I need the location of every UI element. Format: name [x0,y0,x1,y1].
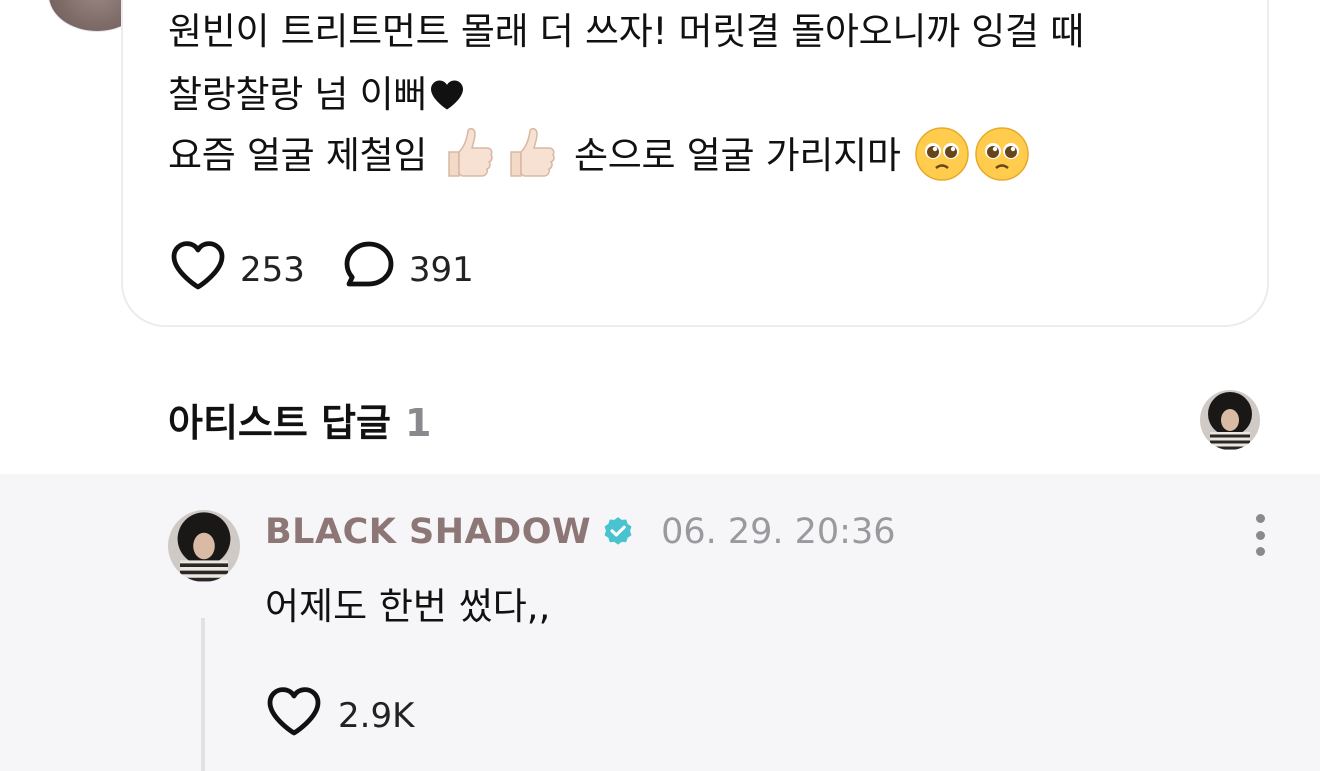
post-comment-count: 391 [408,249,474,290]
post-text-line-2: 찰랑찰랑 넘 이뻐 [168,64,465,130]
pleading-face-icon [914,126,970,201]
more-dot [1255,530,1265,540]
thumbs-up-icon [503,124,561,201]
post-comment-button[interactable]: 391 [343,240,474,299]
reply-like-count: 2.9K [338,695,415,736]
reply-author-avatar[interactable] [168,510,240,582]
post-stats: 253 391 [170,240,512,299]
artist-reply-header: 아티스트 답글 1 [168,392,431,447]
post-text-line-3a: 요즘 얼굴 제철임 [168,134,428,177]
post-text-line-3: 요즘 얼굴 제철임 손으로 얼굴 가리지마 [168,124,1032,201]
reply-meta: BLACK SHADOW 06. 29. 20:36 [265,512,896,552]
heart-outline-icon [266,686,338,745]
reply-timestamp: 06. 29. 20:36 [661,512,896,552]
thumbs-up-icon [441,124,499,201]
post-detail-page: 원빈이 트리트먼트 몰래 더 쓰자! 머릿결 돌아오니까 잉걸 때 찰랑찰랑 넘… [0,0,1320,771]
post-text-line-1: 원빈이 트리트먼트 몰래 더 쓰자! 머릿결 돌아오니까 잉걸 때 [168,10,1084,53]
artist-reply-title: 아티스트 답글 [168,401,391,445]
pleading-face-icon [974,126,1030,201]
artist-avatar[interactable] [1200,390,1260,450]
reply-author-name[interactable]: BLACK SHADOW [265,512,591,552]
post-like-count: 253 [240,249,305,290]
thread-line [201,618,205,771]
comment-bubble-icon [343,240,409,299]
more-vertical-icon[interactable] [1248,514,1272,556]
post-text-line-2-text: 찰랑찰랑 넘 이뻐 [168,73,428,116]
heart-outline-icon [170,240,240,299]
artist-reply-count: 1 [405,401,432,445]
black-heart-icon [429,68,465,130]
post-like-button[interactable]: 253 [170,240,305,299]
more-dot [1255,547,1265,556]
reply-text: 어제도 한번 썼다,, [265,585,551,628]
post-text-line-3b: 손으로 얼굴 가리지마 [574,134,901,177]
verified-badge-icon [601,515,635,549]
reply-like-button[interactable]: 2.9K [266,686,414,745]
more-dot [1255,514,1265,523]
